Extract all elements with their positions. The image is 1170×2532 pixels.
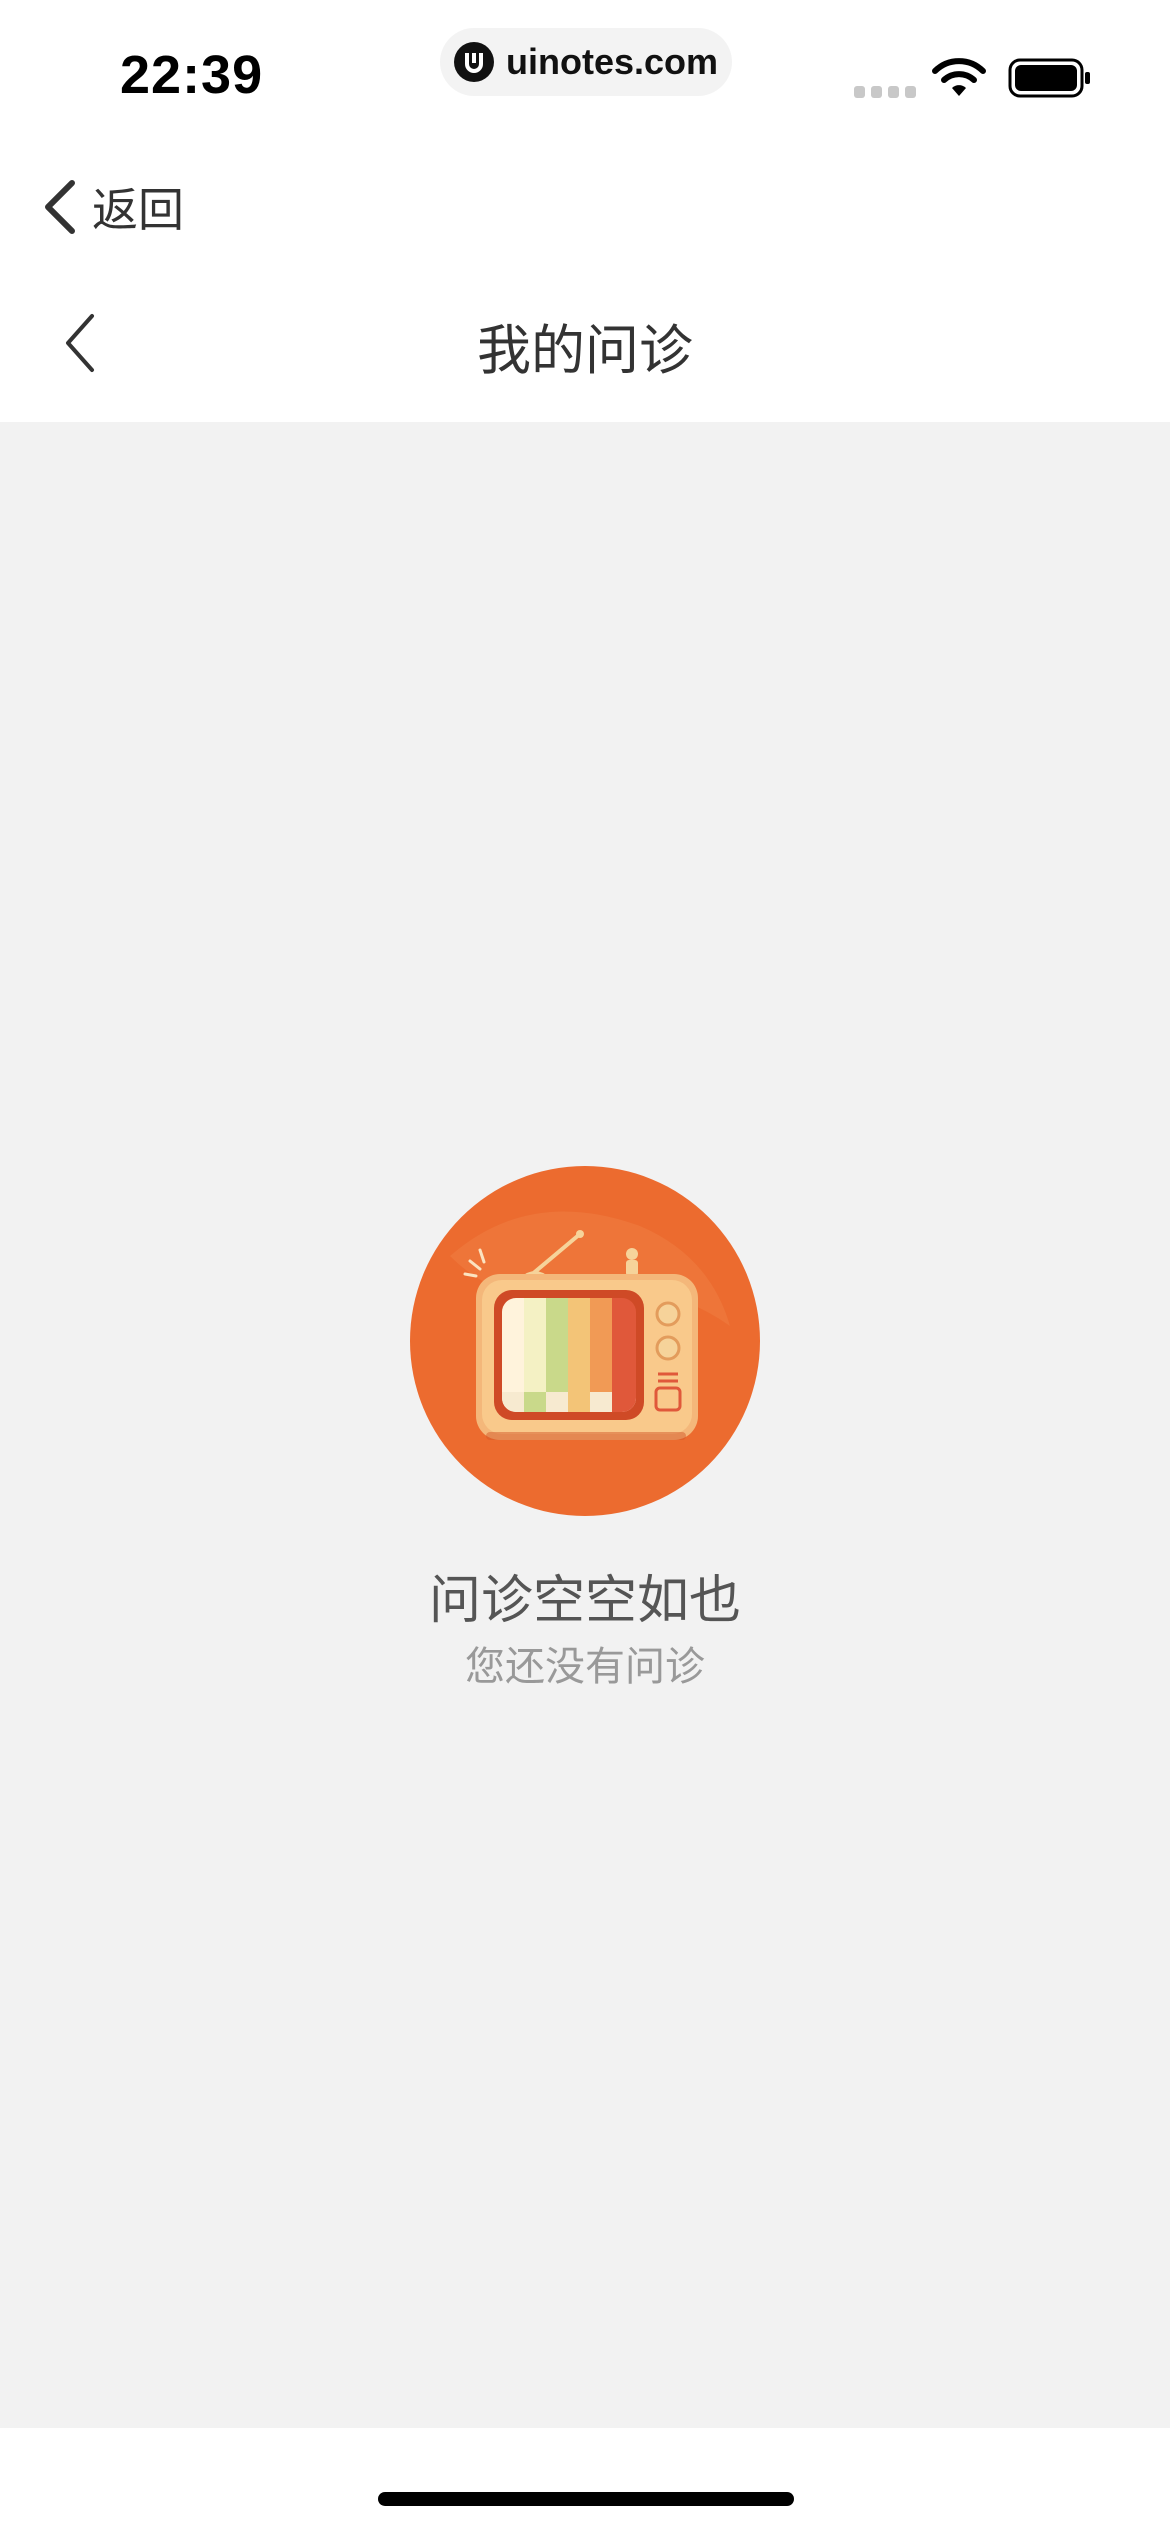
status-time: 22:39 <box>120 45 264 105</box>
signal-icon <box>854 86 916 98</box>
home-indicator[interactable] <box>378 2492 794 2506</box>
bottom-area <box>0 2428 1170 2532</box>
status-bar: 22:39 uinotes.com <box>0 0 1170 140</box>
back-label: 返回 <box>92 183 184 237</box>
content-area: 问诊空空如也 您还没有问诊 <box>0 422 1170 2428</box>
nav-bar: 我的问诊 <box>0 270 1170 422</box>
chevron-left-icon <box>45 180 75 234</box>
battery-icon <box>1008 58 1090 98</box>
page-title: 我的问诊 <box>477 319 693 382</box>
empty-subtitle: 您还没有问诊 <box>465 1644 705 1690</box>
wifi-icon <box>932 58 986 96</box>
site-logo-icon <box>454 42 494 82</box>
tv-illustration-icon <box>410 1166 760 1516</box>
url-text: uinotes.com <box>506 41 719 82</box>
empty-title: 问诊空空如也 <box>428 1571 741 1631</box>
back-link[interactable]: 返回 <box>40 172 184 242</box>
url-pill[interactable]: uinotes.com <box>440 28 732 96</box>
